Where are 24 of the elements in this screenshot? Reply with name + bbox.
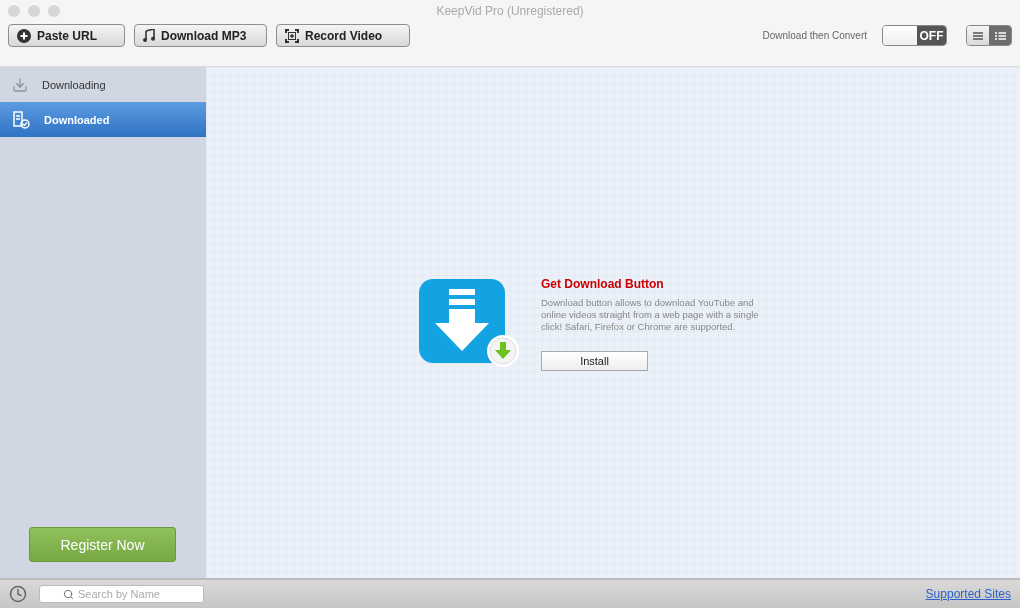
- view-mode-button[interactable]: [989, 26, 1011, 45]
- sidebar-item[interactable]: Downloaded: [0, 102, 206, 137]
- convert-label: Download then Convert: [762, 30, 867, 41]
- promo-title: Get Download Button: [541, 276, 665, 291]
- sidebar-item[interactable]: Downloading: [0, 67, 206, 102]
- screen-capture-icon: [285, 28, 299, 43]
- detail-list-icon: [994, 31, 1006, 40]
- plus-circle-icon: [17, 28, 31, 43]
- supported-sites-link[interactable]: Supported Sites: [925, 587, 1011, 601]
- download-icon: [12, 76, 28, 93]
- search-field[interactable]: Search by Name: [39, 585, 204, 603]
- convert-switch[interactable]: OFF: [882, 25, 947, 46]
- toolbar-button[interactable]: Paste URL: [8, 24, 125, 47]
- install-button[interactable]: Install: [541, 350, 648, 371]
- document-check-icon: [12, 110, 30, 129]
- window-title: KeepVid Pro (Unregistered): [436, 4, 584, 18]
- music-note-icon: [143, 29, 155, 42]
- search-icon: [63, 589, 74, 600]
- view-mode-button[interactable]: [967, 26, 989, 45]
- toolbar-button[interactable]: Record Video: [276, 24, 410, 47]
- history-icon[interactable]: [9, 585, 27, 603]
- toolbar-button[interactable]: Download MP3: [134, 24, 267, 47]
- list-icon: [973, 31, 983, 40]
- promo-description: Download button allows to download YouTube and online videos straight from a web page with a single click! Safari, Firefox or Chrome are supported.: [541, 296, 760, 333]
